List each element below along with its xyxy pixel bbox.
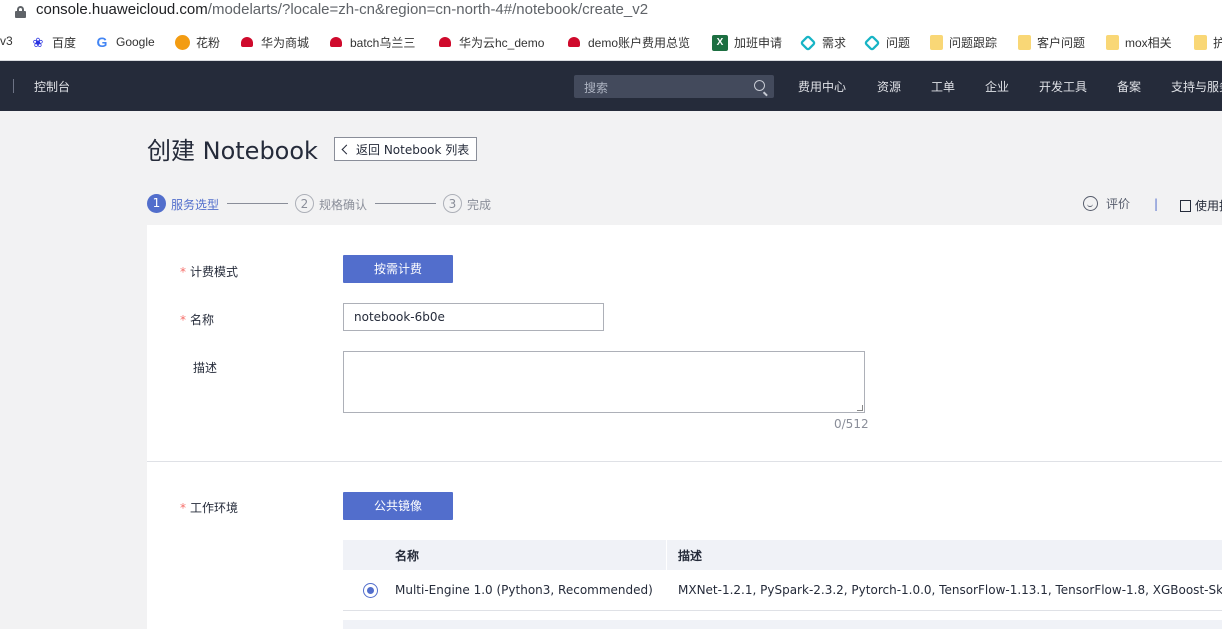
step-connector: [375, 203, 436, 204]
column-header-description: 描述: [678, 549, 703, 563]
description-counter: 0/512: [834, 417, 869, 431]
step-3-number: 3: [443, 194, 462, 213]
bookmark-hc-demo[interactable]: 华为云hc_demo: [437, 34, 544, 51]
bookmark-mox[interactable]: mox相关: [1106, 34, 1172, 51]
bookmark-v3[interactable]: v3: [0, 34, 13, 48]
bookmark-huawei-mall[interactable]: 华为商城: [239, 34, 309, 51]
table-row[interactable]: [343, 620, 1222, 629]
bookmark-demo-cost[interactable]: demo账户费用总览: [566, 34, 690, 51]
image-table-header: 名称 描述: [343, 540, 1222, 570]
nav-link-filing[interactable]: 备案: [1117, 78, 1141, 95]
work-env-label: * 工作环境: [180, 501, 239, 515]
billing-on-demand-button[interactable]: 按需计费: [343, 255, 453, 283]
chevron-left-icon: [341, 144, 352, 154]
folder-icon: [1106, 35, 1119, 50]
edit-icon: [1180, 199, 1191, 212]
row-image-name: Multi-Engine 1.0 (Python3, Recommended): [395, 583, 653, 597]
baidu-icon: ❀: [32, 34, 44, 50]
column-divider: [666, 540, 667, 570]
back-to-list-button[interactable]: 返回 Notebook 列表: [334, 137, 477, 161]
toolbar-divider: |: [1154, 197, 1159, 211]
nav-link-enterprise[interactable]: 企业: [985, 78, 1009, 95]
step-1-label: 服务选型: [171, 198, 220, 212]
huawei-icon: [328, 35, 344, 51]
huawei-icon: [566, 35, 582, 51]
search-placeholder: 搜索: [584, 81, 609, 95]
bookmarks-bar: v3 ❀ 百度 G Google 花粉 华为商城 batch乌兰三 华为云hc_de…: [0, 24, 1222, 61]
required-mark: *: [180, 265, 186, 279]
nav-link-resources[interactable]: 资源: [877, 78, 901, 95]
required-mark: *: [180, 313, 186, 327]
billing-mode-label: * 计费模式: [180, 265, 239, 279]
lock-icon: [15, 6, 26, 18]
folder-icon: [1018, 35, 1031, 50]
huawei-icon: [239, 35, 255, 51]
folder-icon: [1194, 35, 1207, 50]
section-divider: [147, 461, 1222, 462]
user-guide-link[interactable]: 使用指南: [1180, 197, 1222, 214]
bookmark-google[interactable]: G Google: [94, 34, 155, 50]
bookmark-requirement[interactable]: 需求: [799, 34, 846, 51]
smile-icon: [1083, 196, 1098, 211]
nav-divider: [13, 79, 14, 93]
bookmark-customer-issue[interactable]: 客户问题: [1018, 34, 1085, 51]
bookmark-batch[interactable]: batch乌兰三: [328, 34, 415, 51]
url-text[interactable]: console.huaweicloud.com/modelarts/?local…: [36, 1, 648, 18]
address-bar[interactable]: console.huaweicloud.com/modelarts/?local…: [0, 0, 1222, 24]
name-label: * 名称: [180, 313, 215, 327]
required-mark: *: [180, 501, 186, 515]
bookmark-issue[interactable]: 问题: [863, 34, 910, 51]
step-2-number: 2: [295, 194, 314, 213]
nav-link-tickets[interactable]: 工单: [931, 78, 955, 95]
google-icon: G: [96, 34, 108, 50]
bookmark-more[interactable]: 护: [1194, 34, 1222, 51]
teal-icon: [863, 34, 881, 51]
console-header: 控制台 搜索 费用中心 资源 工单 企业 开发工具 备案 支持与服务: [0, 61, 1222, 111]
bookmark-overtime[interactable]: X 加班申请: [712, 34, 782, 51]
nav-link-support[interactable]: 支持与服务: [1171, 78, 1222, 95]
bookmark-baidu[interactable]: ❀ 百度: [30, 34, 76, 51]
step-2-label: 规格确认: [319, 198, 368, 212]
row-radio-selected[interactable]: [363, 583, 378, 598]
nav-link-billing[interactable]: 费用中心: [798, 78, 846, 95]
folder-icon: [930, 35, 943, 50]
console-link[interactable]: 控制台: [34, 78, 70, 95]
search-icon[interactable]: [754, 80, 765, 91]
search-input[interactable]: 搜索: [574, 75, 774, 98]
bookmark-issue-tracking[interactable]: 问题跟踪: [930, 34, 997, 51]
nav-link-devtools[interactable]: 开发工具: [1039, 78, 1087, 95]
step-3-label: 完成: [467, 198, 492, 212]
huawei-icon: [437, 35, 453, 51]
description-label: 描述: [193, 361, 218, 375]
flower-icon: [175, 35, 190, 50]
step-connector: [227, 203, 288, 204]
bookmark-huafen[interactable]: 花粉: [175, 34, 220, 51]
form-card: * 计费模式 按需计费 * 名称 notebook-6b0e 描述 0/512 * 工…: [147, 225, 1222, 629]
table-row[interactable]: Multi-Engine 1.0 (Python3, Recommended) …: [343, 570, 1222, 611]
row-image-description: MXNet-1.2.1, PySpark-2.3.2, Pytorch-1.0.…: [678, 583, 1222, 597]
description-textarea[interactable]: [343, 351, 865, 413]
column-header-name: 名称: [395, 549, 420, 563]
rate-button[interactable]: 评价: [1083, 195, 1130, 212]
step-1-number: 1: [147, 194, 166, 213]
resize-handle-icon[interactable]: [857, 405, 863, 411]
page-content: 创建 Notebook 返回 Notebook 列表 1 服务选型 2 规格确认…: [0, 111, 1222, 629]
excel-icon: X: [712, 34, 728, 51]
teal-icon: [799, 34, 817, 51]
page-title: 创建 Notebook: [147, 137, 318, 165]
name-input[interactable]: notebook-6b0e: [343, 303, 604, 331]
public-image-button[interactable]: 公共镜像: [343, 492, 453, 520]
